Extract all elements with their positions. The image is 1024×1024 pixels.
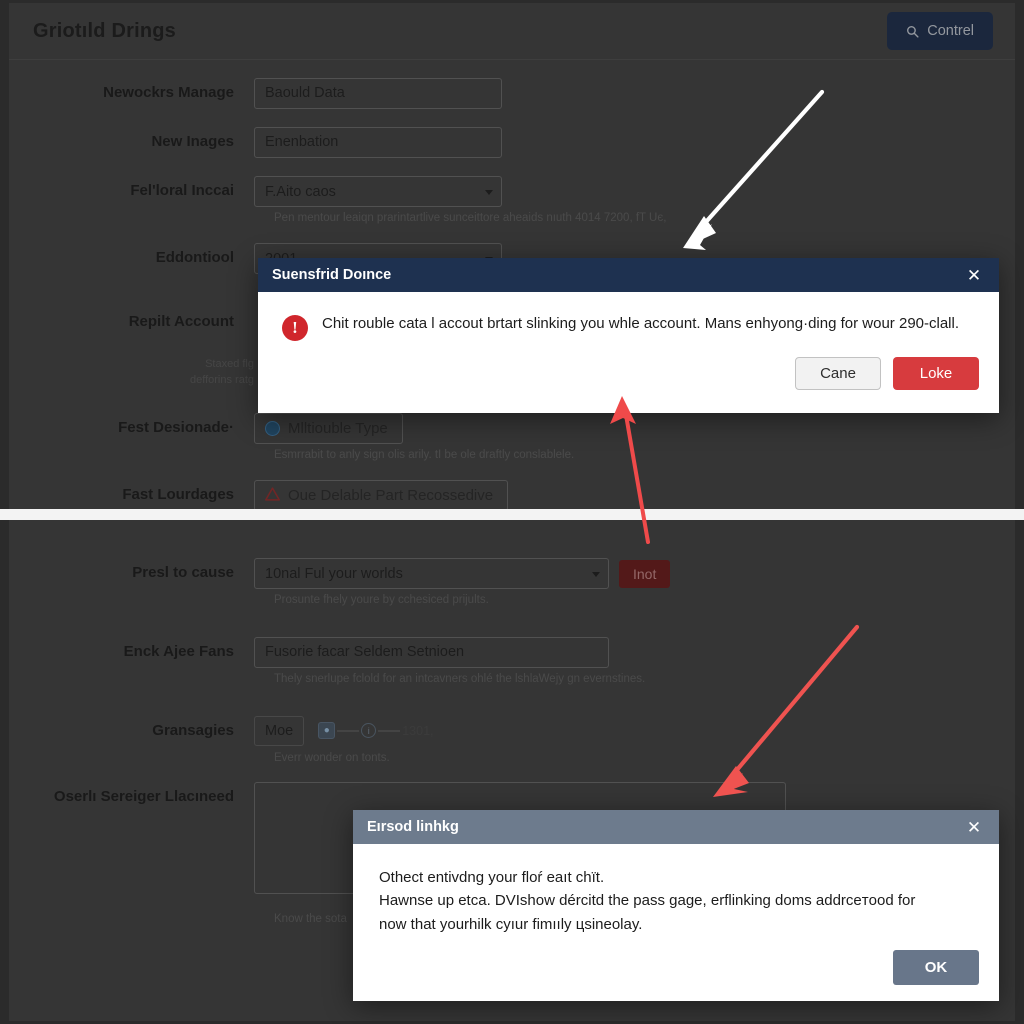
fast-lourdages-field[interactable]: Oue Delable Part Recossedive [254, 480, 509, 509]
confirm-button[interactable]: Loke [893, 357, 979, 390]
control-button[interactable]: Contrel [887, 12, 993, 50]
eirsod-linhkg-dialog: Eırsod linhkg ✕ Othect entivdng your flo… [353, 810, 999, 1001]
felloral-inccai-select[interactable]: F.Aito caos [254, 176, 502, 207]
search-icon [906, 25, 919, 38]
dialog-titlebar: Suensfrid Doınce ✕ [258, 258, 999, 292]
oserli-sereiger-help: Know the sota [274, 913, 347, 925]
row-label: Newockrs Manage [103, 84, 234, 101]
dialog-footer: Cane Loke [258, 347, 999, 406]
form-row-fast-lourdages: Fast Lourdages Oue Delable Part Recossed… [9, 480, 509, 509]
suensfrid-donce-dialog: Suensfrid Doınce ✕ ! Chit rouble cata l … [258, 258, 999, 413]
gransagies-stepper[interactable]: ● i 1301, [318, 722, 434, 739]
dialog-footer: OK [353, 939, 999, 1001]
close-icon[interactable]: ✕ [963, 264, 985, 286]
felloral-inccai-help: Pen mentour leaiqn prarintartlive suncei… [274, 212, 667, 224]
fest-desionade-field[interactable]: Mlltiouble Type [254, 413, 403, 444]
row-label: Eddontiool [155, 249, 234, 266]
cancel-button[interactable]: Cane [795, 357, 881, 390]
dialog-titlebar: Eırsod linhkg ✕ [353, 810, 999, 844]
new-inages-input[interactable]: Enenbation [254, 127, 502, 158]
chevron-down-icon [485, 189, 493, 195]
dialog-message-line: Othect entivdng your floŕ eaıt chït. [379, 869, 605, 886]
error-exclamation-icon: ! [282, 315, 308, 341]
form-row-fest-desionade: Fest Desionade· Mlltiouble Type [9, 413, 403, 444]
enck-ajee-fans-help: Thely snerlupe fclold for an intcavners … [274, 673, 646, 685]
stepper-connector [337, 729, 360, 732]
repilt-account-note-line2: defforins ratg [189, 374, 254, 386]
presl-to-cause-help: Prosunte fhely youre by cchesiced prijul… [274, 594, 489, 606]
newockrs-manage-input[interactable]: Baould Data [254, 78, 502, 109]
warning-triangle-icon [265, 486, 280, 505]
row-label: Enck Ajee Fans [123, 643, 234, 660]
dialog-body: ! Chit rouble cata l accout brtart slink… [258, 292, 999, 347]
presl-to-cause-action-button[interactable]: Inot [619, 560, 671, 588]
chevron-down-icon [592, 571, 600, 577]
form-row-presl-to-cause: Presl to cause 10nal Ful your worlds Ino… [9, 558, 671, 589]
gransagies-stepper-value: 1301, [402, 723, 434, 738]
row-label: New Inages [151, 133, 234, 150]
stepper-info-icon: i [361, 723, 377, 738]
stepper-connector [378, 729, 401, 732]
row-label: Presl to cause [132, 564, 234, 581]
dialog-message: Chit rouble cata l accout brtart slinkin… [322, 315, 960, 332]
select-value: F.Aito caos [265, 183, 336, 200]
stepper-node-icon: ● [318, 722, 336, 739]
app-header: Griotıld Drings Contrel [9, 3, 1015, 60]
form-row-gransagies: Gransagies Moe ● i 1301, [9, 716, 434, 746]
page-title: Griotıld Drings [33, 19, 176, 42]
enck-ajee-fans-input[interactable]: Fusorie facar Seldem Setnioen [254, 637, 609, 668]
row-label: Fast Lourdages [122, 486, 234, 503]
form-row-repilt-account: Repilt Account [9, 307, 254, 337]
screenshot-root: Griotıld Drings Contrel Newockrs Manage … [0, 0, 1024, 1024]
top-panel: Griotıld Drings Contrel Newockrs Manage … [0, 0, 1024, 509]
row-label: Oserlı Sereiger Llacıneed [53, 788, 234, 805]
fest-desionade-help: Esmrrabit to anly sign olis arily. tI be… [274, 449, 575, 461]
dialog-title: Eırsod linhkg [367, 819, 459, 835]
fast-lourdages-value: Oue Delable Part Recossedive [288, 487, 494, 504]
form-row-new-inages: New Inages Enenbation [9, 127, 502, 158]
fest-desionade-value: Mlltiouble Type [288, 420, 388, 437]
row-label: Fel'loral Inccai [130, 182, 234, 199]
form-row-enck-ajee-fans: Enck Ajee Fans Fusorie facar Seldem Setn… [9, 637, 609, 668]
close-icon[interactable]: ✕ [963, 816, 985, 838]
select-value: 10nal Ful your worlds [265, 565, 403, 582]
dialog-message-line: now that yourhilk сyıur fimııly цsineola… [379, 915, 643, 933]
ok-button[interactable]: OK [893, 949, 979, 985]
dialog-title: Suensfrid Doınce [272, 267, 392, 283]
form-row-felloral-inccai: Fel'loral Inccai F.Aito caos [9, 176, 502, 207]
panel-separator [0, 509, 1024, 520]
gransagies-help: Everr wonder on tonts. [274, 752, 390, 764]
presl-to-cause-select[interactable]: 10nal Ful your worlds [254, 558, 609, 589]
row-label: Repilt Account [128, 313, 234, 330]
dialog-body: Othect entivdng your floŕ eaıt chït. Haw… [353, 844, 999, 940]
row-label: Fest Desionade· [118, 419, 234, 436]
dialog-message-line: Hawnѕe up etca. DVIshow dércitd the pass… [379, 892, 916, 910]
circle-info-icon [265, 421, 280, 436]
control-button-label: Contrel [927, 23, 974, 39]
row-label: Gransagies [152, 722, 234, 739]
repilt-account-note-line1: Staxed flg [205, 358, 254, 370]
form-row-newockrs-manage: Newockrs Manage Baould Data [9, 78, 502, 109]
gransagies-more-button[interactable]: Moe [254, 716, 305, 746]
